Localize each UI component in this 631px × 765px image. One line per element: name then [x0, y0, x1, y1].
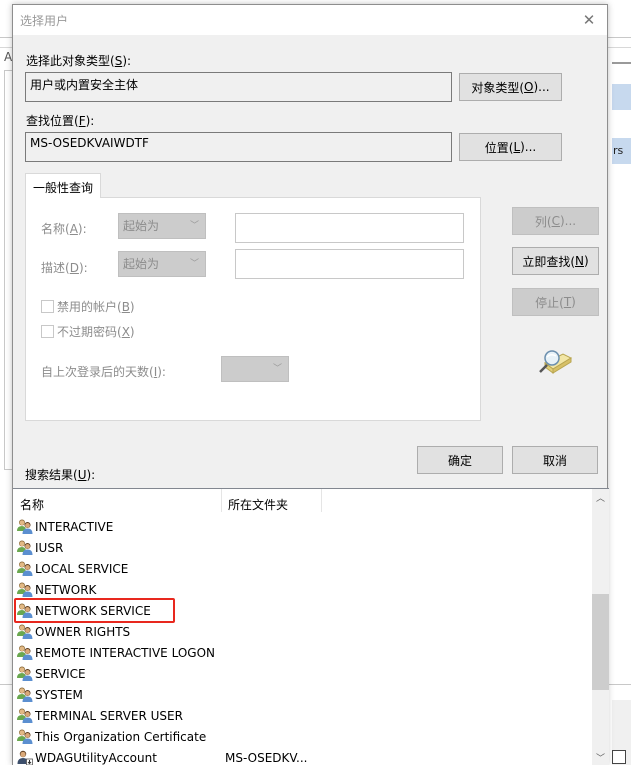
chevron-down-icon: ﹀	[595, 754, 605, 764]
chevron-up-icon: ︿	[595, 494, 605, 504]
list-item[interactable]: WDAGUtilityAccount MS-OSEDKV...	[16, 747, 591, 765]
chevron-down-icon: ﹀	[189, 259, 199, 269]
scroll-up-button[interactable]: ︿	[592, 489, 609, 506]
list-item[interactable]: INTERACTIVE	[16, 516, 591, 537]
group-icon	[16, 602, 33, 619]
tab-common-queries[interactable]: 一般性查询	[25, 173, 101, 198]
days-since-login-select[interactable]: ﹀	[221, 356, 289, 382]
object-type-field: 用户或内置安全主体	[25, 72, 452, 102]
search-results-label: 搜索结果(U):	[25, 468, 96, 482]
list-item[interactable]: REMOTE INTERACTIVE LOGON	[16, 642, 591, 663]
days-since-login-label: 自上次登录后的天数(I):	[41, 365, 166, 379]
item-folder: MS-OSEDKV...	[225, 750, 308, 765]
chevron-down-icon: ﹀	[272, 364, 282, 374]
stop-button[interactable]: 停止(T)	[512, 288, 599, 316]
background-text: rs	[613, 144, 624, 157]
ok-button[interactable]: 确定	[417, 446, 503, 474]
list-item[interactable]: NETWORK SERVICE	[16, 600, 591, 621]
group-icon	[16, 518, 33, 535]
item-name: OWNER RIGHTS	[35, 624, 131, 639]
list-item[interactable]: This Organization Certificate	[16, 726, 591, 747]
background-divider	[612, 62, 631, 64]
disabled-accounts-checkbox[interactable]: 禁用的帐户(B)	[41, 298, 135, 315]
group-icon	[16, 560, 33, 577]
list-item[interactable]: SYSTEM	[16, 684, 591, 705]
scroll-thumb[interactable]	[592, 594, 609, 691]
group-icon	[16, 728, 33, 745]
close-button[interactable]: ✕	[575, 7, 603, 33]
group-icon	[16, 623, 33, 640]
columns-button[interactable]: 列(C)...	[512, 207, 599, 235]
list-item[interactable]: LOCAL SERVICE	[16, 558, 591, 579]
find-now-button[interactable]: 立即查找(N)	[512, 247, 599, 275]
common-queries-panel: 名称(A): 起始为 ﹀ 描述(D): 起始为 ﹀ 禁用的帐户(B) 不过期密码(X…	[25, 197, 481, 421]
select-users-dialog: 选择用户 ✕ 选择此对象类型(S): 用户或内置安全主体 对象类型(O)... …	[12, 4, 609, 765]
scroll-down-button[interactable]: ﹀	[592, 749, 609, 765]
group-icon	[16, 539, 33, 556]
item-name: WDAGUtilityAccount	[35, 750, 157, 765]
item-name: REMOTE INTERACTIVE LOGON	[35, 645, 215, 660]
search-results-list[interactable]: 名称 所在文件夹 INTERACTIVE IUSR LOCAL SERVICE NET…	[13, 488, 609, 765]
background-selected-item	[612, 84, 631, 110]
dialog-title: 选择用户	[20, 14, 69, 28]
document-icon	[612, 750, 626, 764]
vertical-scrollbar[interactable]: ︿ ﹀	[592, 489, 609, 765]
item-name: INTERACTIVE	[35, 519, 114, 534]
item-name: IUSR	[35, 540, 64, 555]
object-type-label: 选择此对象类型(S):	[26, 54, 132, 68]
column-divider[interactable]	[321, 489, 322, 512]
group-icon	[16, 644, 33, 661]
chevron-down-icon: ﹀	[189, 221, 199, 231]
list-item[interactable]: OWNER RIGHTS	[16, 621, 591, 642]
location-field: MS-OSEDKVAIWDTF	[25, 132, 452, 162]
group-icon	[16, 686, 33, 703]
group-icon	[16, 707, 33, 724]
item-name: NETWORK	[35, 582, 97, 597]
background-selected-item: rs	[612, 138, 631, 164]
checkbox-box[interactable]	[41, 325, 54, 338]
results-header: 名称 所在文件夹	[13, 489, 593, 512]
checkbox-box[interactable]	[41, 300, 54, 313]
item-name: LOCAL SERVICE	[35, 561, 129, 576]
search-directory-icon	[537, 345, 573, 375]
item-name: This Organization Certificate	[35, 729, 207, 744]
title-bar: 选择用户 ✕	[13, 5, 607, 35]
cancel-button[interactable]: 取消	[512, 446, 598, 474]
group-icon	[16, 665, 33, 682]
name-match-select[interactable]: 起始为 ﹀	[118, 213, 206, 239]
description-label: 描述(D):	[41, 261, 88, 275]
description-match-select[interactable]: 起始为 ﹀	[118, 251, 206, 277]
item-name: SYSTEM	[35, 687, 83, 702]
description-input[interactable]	[235, 249, 464, 279]
name-input[interactable]	[235, 213, 464, 243]
column-header-name[interactable]: 名称	[13, 491, 221, 513]
user-icon	[16, 749, 33, 765]
item-name: TERMINAL SERVER USER	[35, 708, 183, 723]
close-icon: ✕	[582, 11, 596, 29]
name-label: 名称(A):	[41, 222, 87, 236]
column-header-folder[interactable]: 所在文件夹	[221, 491, 321, 513]
list-item[interactable]: IUSR	[16, 537, 591, 558]
location-label: 查找位置(F):	[26, 114, 95, 128]
list-item[interactable]: SERVICE	[16, 663, 591, 684]
item-name: SERVICE	[35, 666, 86, 681]
group-icon	[16, 581, 33, 598]
locations-button[interactable]: 位置(L)...	[459, 133, 562, 161]
object-types-button[interactable]: 对象类型(O)...	[459, 73, 562, 101]
item-name: NETWORK SERVICE	[35, 603, 151, 618]
list-item[interactable]: TERMINAL SERVER USER	[16, 705, 591, 726]
non-expiring-password-checkbox[interactable]: 不过期密码(X)	[41, 323, 135, 340]
background-text: A	[4, 50, 13, 64]
list-item[interactable]: NETWORK	[16, 579, 591, 600]
